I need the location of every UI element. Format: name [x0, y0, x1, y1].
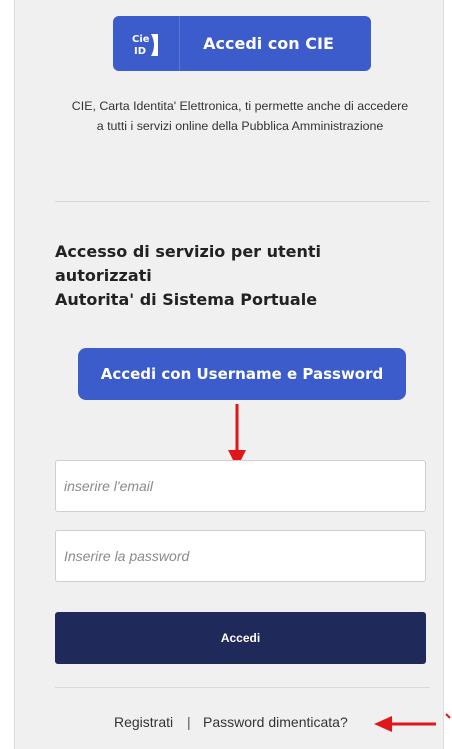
email-field[interactable] [55, 460, 426, 512]
cie-id-logo-icon: Cie ID [113, 16, 180, 71]
cie-id-logo-svg: Cie ID [132, 33, 158, 57]
cie-login-button[interactable]: Cie ID Accedi con CIE [113, 16, 371, 71]
submit-login-button[interactable]: Accedi [55, 612, 426, 664]
svg-text:Cie: Cie [132, 34, 150, 45]
access-heading-line2: Autorita' di Sistema Portuale [55, 290, 318, 309]
cie-description: CIE, Carta Identita' Elettronica, ti per… [71, 99, 409, 133]
red-arrow-down-icon [228, 404, 246, 468]
register-link[interactable]: Registrati [114, 714, 173, 730]
svg-text:ID: ID [134, 46, 146, 57]
username-password-login-button[interactable]: Accedi con Username e Password [78, 348, 406, 400]
cie-login-label: Accedi con CIE [203, 34, 334, 53]
page: Cie ID Accedi con CIE CIE, Carta Identit… [0, 0, 452, 749]
forgot-password-link[interactable]: Password dimenticata? [203, 714, 348, 730]
password-field[interactable] [55, 530, 426, 582]
access-heading: Accesso di servizio per utenti autorizza… [55, 240, 395, 312]
access-heading-line1: Accesso di servizio per utenti autorizza… [55, 242, 322, 285]
red-arrow-left-icon [374, 713, 451, 732]
section-divider [55, 201, 430, 202]
footer-separator: | [187, 714, 191, 730]
footer-divider [55, 687, 430, 688]
